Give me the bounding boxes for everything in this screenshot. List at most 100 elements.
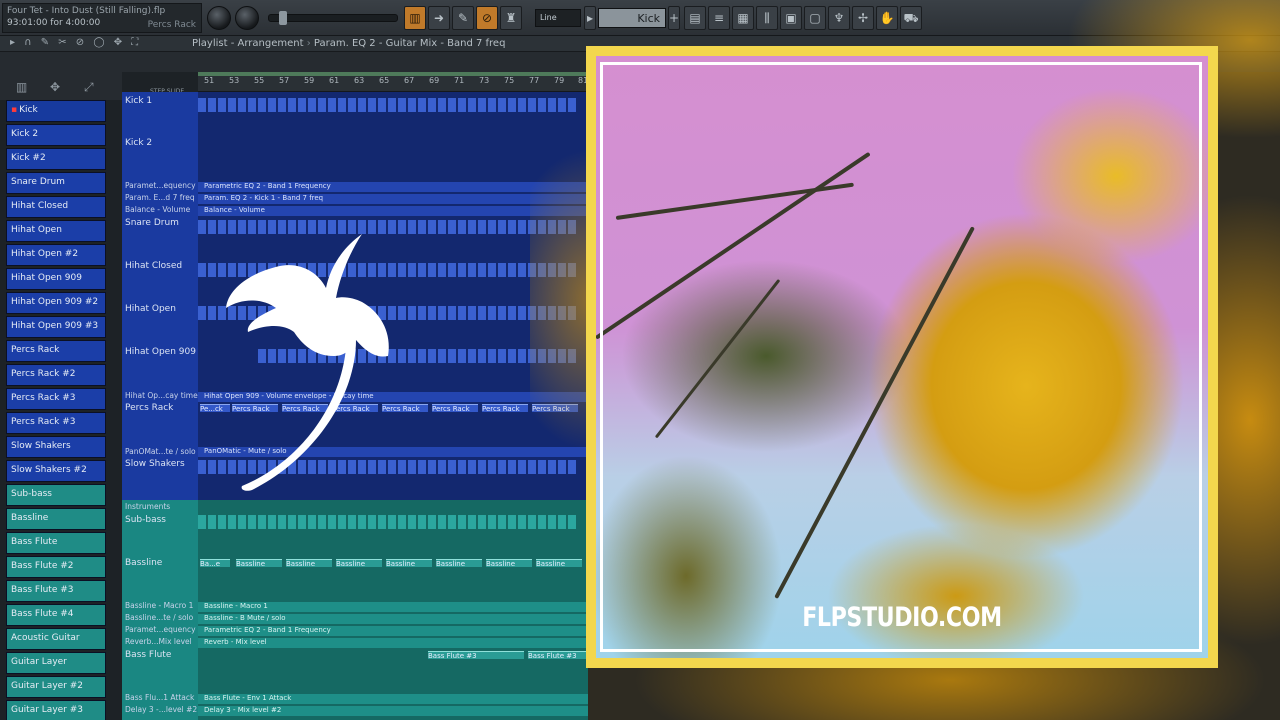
pattern-clip[interactable]: Bassline bbox=[236, 559, 282, 567]
picker-item[interactable]: Percs Rack #2 bbox=[6, 364, 106, 386]
automation-clip[interactable]: Parametric EQ 2 - Band 1 Frequency bbox=[198, 182, 588, 192]
breadcrumb-playlist[interactable]: Playlist - Arrangement bbox=[192, 38, 304, 49]
track-header[interactable]: Bass Flute bbox=[125, 650, 171, 660]
track-header[interactable]: Param. E...d 7 freq bbox=[125, 193, 195, 202]
master-volume-knob[interactable] bbox=[207, 6, 231, 30]
picker-item[interactable]: Hihat Closed bbox=[6, 196, 106, 218]
track-header[interactable]: Hihat Open 909 bbox=[125, 347, 196, 357]
master-pitch-knob[interactable] bbox=[235, 6, 259, 30]
pattern-picker-icon[interactable]: ▥ bbox=[16, 80, 27, 94]
hat-icon[interactable]: ♜ bbox=[500, 6, 522, 30]
track-header[interactable]: Paramet...equency bbox=[125, 181, 196, 190]
automation-clip[interactable]: Balance - Volume bbox=[198, 206, 588, 216]
track-header[interactable]: Delay 3 -...level #2 bbox=[125, 705, 197, 714]
tools-icon[interactable]: ♆ bbox=[828, 6, 850, 30]
pattern-clip[interactable]: Bass Flute #3 bbox=[428, 651, 524, 659]
track-header[interactable]: Hihat Op...cay time bbox=[125, 391, 198, 400]
automation-clip[interactable]: Bassline - B Mute / solo bbox=[198, 614, 588, 624]
automation-clip[interactable]: Parametric EQ 2 - Band 1 Frequency bbox=[198, 626, 588, 636]
track-group-header[interactable]: Instruments bbox=[125, 502, 170, 511]
track-header[interactable]: Slow Shakers bbox=[125, 459, 185, 469]
picker-item[interactable]: Acoustic Guitar bbox=[6, 628, 106, 650]
pattern-clip[interactable]: Bassline bbox=[536, 559, 582, 567]
snap-select[interactable]: Line bbox=[535, 9, 581, 27]
track-header[interactable]: Kick 2 bbox=[125, 138, 152, 148]
picker-item[interactable]: Sub-bass bbox=[6, 484, 106, 506]
pattern-clip[interactable]: Bassline bbox=[336, 559, 382, 567]
pattern-clip[interactable]: Percs Rack bbox=[432, 404, 478, 412]
track-header[interactable]: Bass Flu...1 Attack bbox=[125, 693, 194, 702]
picker-item[interactable]: Kick #2 bbox=[6, 148, 106, 170]
cart-icon[interactable]: ⛟ bbox=[900, 6, 922, 30]
kick-pattern-clips[interactable] bbox=[198, 98, 576, 112]
automation-picker-icon[interactable]: ⤢ bbox=[84, 80, 94, 95]
picker-item[interactable]: Bass Flute #4 bbox=[6, 604, 106, 626]
pattern-clip[interactable]: Bassline bbox=[436, 559, 482, 567]
pattern-add-icon[interactable]: + bbox=[668, 6, 680, 30]
hand-icon[interactable]: ✋ bbox=[876, 6, 898, 30]
automation-clip[interactable]: Delay 3 - Mix level #2 bbox=[198, 706, 588, 716]
track-header[interactable]: Bassline - Macro 1 bbox=[125, 601, 193, 610]
piano-icon[interactable]: ▥ bbox=[404, 6, 426, 30]
pattern-select[interactable]: Kick bbox=[598, 8, 666, 28]
picker-item[interactable]: Percs Rack #3 bbox=[6, 412, 106, 434]
track-header[interactable]: Percs Rack bbox=[125, 403, 173, 413]
playlist-icon[interactable]: ▤ bbox=[684, 6, 706, 30]
picker-item[interactable]: Bass Flute bbox=[6, 532, 106, 554]
track-header[interactable]: Sub-bass bbox=[125, 515, 166, 525]
picker-item[interactable]: Hihat Open 909 #3 bbox=[6, 316, 106, 338]
pattern-clip[interactable]: Bass Flute #3 bbox=[528, 651, 586, 659]
breadcrumb-automation[interactable]: Param. EQ 2 - Guitar Mix - Band 7 freq bbox=[314, 38, 506, 49]
playlist-tools[interactable]: ▸ ∩ ✎ ✂ ⊘ ◯ ✥ ⛶ bbox=[10, 37, 141, 48]
picker-item[interactable]: Percs Rack #3 bbox=[6, 388, 106, 410]
picker-item[interactable]: Hihat Open 909 bbox=[6, 268, 106, 290]
picker-item[interactable]: Guitar Layer bbox=[6, 652, 106, 674]
picker-item[interactable]: Guitar Layer #2 bbox=[6, 676, 106, 698]
slider-thumb[interactable] bbox=[279, 11, 287, 25]
sub-bass-pattern-clips[interactable] bbox=[198, 515, 576, 529]
picker-item[interactable]: Hihat Open bbox=[6, 220, 106, 242]
picker-item[interactable]: Hihat Open #2 bbox=[6, 244, 106, 266]
track-header[interactable]: Snare Drum bbox=[125, 218, 179, 228]
arrow-right-icon[interactable]: ➜ bbox=[428, 6, 450, 30]
plugin-icon[interactable]: ▢ bbox=[804, 6, 826, 30]
track-header[interactable]: Reverb...Mix level bbox=[125, 637, 192, 646]
timeline-ruler[interactable]: 51 53 55 57 59 61 63 65 67 69 71 73 75 7… bbox=[198, 72, 588, 92]
track-header[interactable]: Balance - Volume bbox=[125, 205, 190, 214]
track-header[interactable]: PanOMat...te / solo bbox=[125, 447, 196, 456]
main-slider[interactable] bbox=[268, 11, 398, 25]
picker-item[interactable]: Snare Drum bbox=[6, 172, 106, 194]
track-header[interactable]: Kick 1 bbox=[125, 96, 152, 106]
track-header[interactable]: Hihat Open bbox=[125, 304, 176, 314]
picker-item[interactable]: Bass Flute #3 bbox=[6, 580, 106, 602]
pattern-clip[interactable]: Percs Rack bbox=[482, 404, 528, 412]
picker-item[interactable]: ▪ Kick bbox=[6, 100, 106, 122]
pencil-icon[interactable]: ✎ bbox=[452, 6, 474, 30]
link-icon[interactable]: ⊘ bbox=[476, 6, 498, 30]
pattern-clip[interactable]: Bassline bbox=[486, 559, 532, 567]
track-header[interactable]: Bassline bbox=[125, 558, 162, 568]
audio-picker-icon[interactable]: ✥ bbox=[50, 80, 60, 94]
automation-clip[interactable]: Bassline - Macro 1 bbox=[198, 602, 588, 612]
track-header[interactable]: Bassline...te / solo bbox=[125, 613, 193, 622]
pin-icon[interactable]: ✢ bbox=[852, 6, 874, 30]
pattern-clip[interactable]: Bassline bbox=[286, 559, 332, 567]
pattern-clip[interactable]: Percs Rack bbox=[532, 404, 578, 412]
mixer-icon[interactable]: ⫼ bbox=[756, 6, 778, 30]
picker-item[interactable]: Hihat Open 909 #2 bbox=[6, 292, 106, 314]
picker-item[interactable]: Bass Flute #2 bbox=[6, 556, 106, 578]
track-header[interactable]: Paramet...equency bbox=[125, 625, 196, 634]
picker-item[interactable]: Guitar Layer #3 bbox=[6, 700, 106, 720]
picker-item[interactable]: Slow Shakers bbox=[6, 436, 106, 458]
browser-icon[interactable]: ▣ bbox=[780, 6, 802, 30]
picker-item[interactable]: Percs Rack bbox=[6, 340, 106, 362]
piano-roll-icon[interactable]: ≡ bbox=[708, 6, 730, 30]
snap-arrow-icon[interactable]: ▸ bbox=[584, 6, 596, 30]
track-header[interactable]: Hihat Closed bbox=[125, 261, 182, 271]
channel-rack-icon[interactable]: ▦ bbox=[732, 6, 754, 30]
automation-clip[interactable]: Reverb - Mix level bbox=[198, 638, 588, 648]
automation-clip[interactable]: Bass Flute - Env 1 Attack bbox=[198, 694, 588, 704]
picker-item[interactable]: Slow Shakers #2 bbox=[6, 460, 106, 482]
pattern-clip[interactable]: Bassline bbox=[386, 559, 432, 567]
automation-clip[interactable]: Param. EQ 2 - Kick 1 - Band 7 freq bbox=[198, 194, 588, 204]
